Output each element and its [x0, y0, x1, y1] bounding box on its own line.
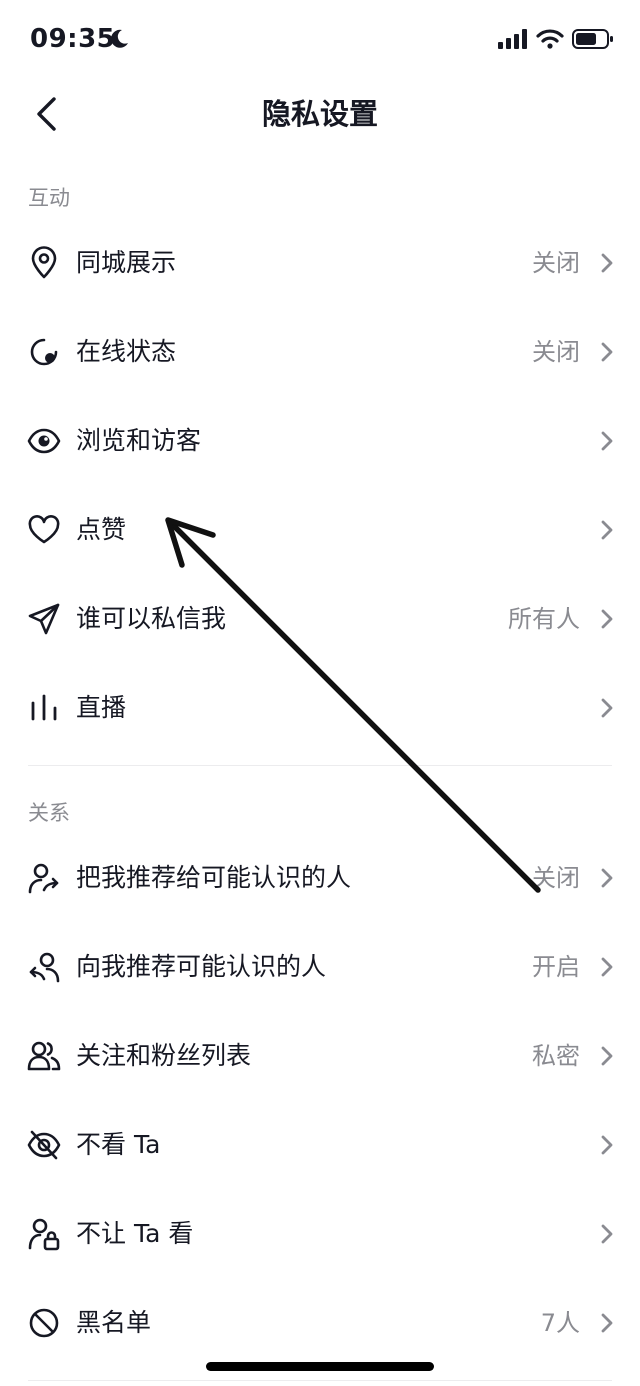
row-label: 同城展示 — [76, 248, 177, 277]
row-label: 不让 Ta 看 — [76, 1219, 194, 1248]
row-value: 关闭 — [532, 338, 580, 366]
nav-bar: 隐私设置 — [0, 80, 640, 150]
row-recommend-to-me[interactable]: 向我推荐可能认识的人 开启 — [0, 923, 640, 1011]
location-pin-icon — [26, 245, 62, 281]
row-label: 谁可以私信我 — [76, 604, 227, 633]
chevron-right-icon — [601, 431, 613, 451]
status-time: 09:35 — [30, 24, 116, 54]
section-divider — [28, 765, 612, 766]
chevron-right-icon — [601, 609, 613, 629]
row-label: 不看 Ta — [76, 1130, 161, 1159]
live-bars-icon — [26, 690, 62, 726]
heart-icon — [26, 512, 62, 548]
wifi-icon — [536, 29, 564, 49]
users-icon — [26, 1038, 62, 1074]
eye-icon — [26, 423, 62, 459]
row-value: 所有人 — [508, 605, 580, 633]
section-title-relations: 关系 — [28, 801, 70, 825]
row-blacklist[interactable]: 黑名单 7人 — [0, 1279, 640, 1367]
chevron-right-icon — [601, 520, 613, 540]
row-label: 黑名单 — [76, 1308, 152, 1337]
chevron-right-icon — [601, 698, 613, 718]
moon-icon — [111, 29, 128, 48]
chevron-right-icon — [601, 1135, 613, 1155]
row-label: 直播 — [76, 693, 127, 722]
row-recommend-me[interactable]: 把我推荐给可能认识的人 关闭 — [0, 834, 640, 922]
battery-icon — [572, 29, 613, 49]
row-who-can-message[interactable]: 谁可以私信我 所有人 — [0, 575, 640, 663]
chevron-right-icon — [601, 868, 613, 888]
bottom-divider — [28, 1380, 612, 1381]
eye-off-icon — [26, 1127, 62, 1163]
chevron-right-icon — [601, 1224, 613, 1244]
block-icon — [26, 1305, 62, 1341]
row-value: 7人 — [540, 1309, 580, 1337]
chevron-right-icon — [601, 1313, 613, 1333]
row-label: 向我推荐可能认识的人 — [76, 952, 327, 981]
chevron-right-icon — [601, 253, 613, 273]
row-label: 把我推荐给可能认识的人 — [76, 863, 352, 892]
row-dont-see-them[interactable]: 不看 Ta — [0, 1101, 640, 1189]
row-live[interactable]: 直播 — [0, 664, 640, 752]
row-label: 在线状态 — [76, 337, 177, 366]
chevron-right-icon — [601, 1046, 613, 1066]
row-follow-fans-list[interactable]: 关注和粉丝列表 私密 — [0, 1012, 640, 1100]
user-lock-icon — [26, 1216, 62, 1252]
paper-plane-icon — [26, 601, 62, 637]
row-likes[interactable]: 点赞 — [0, 486, 640, 574]
chevron-right-icon — [601, 342, 613, 362]
row-label: 浏览和访客 — [76, 426, 202, 455]
page-title: 隐私设置 — [261, 97, 378, 131]
row-value: 开启 — [532, 953, 580, 981]
online-status-icon — [26, 334, 62, 370]
row-label: 点赞 — [76, 515, 127, 544]
row-label: 关注和粉丝列表 — [76, 1041, 252, 1070]
row-views-visitors[interactable]: 浏览和访客 — [0, 397, 640, 485]
user-receive-icon — [26, 949, 62, 985]
row-value: 私密 — [532, 1042, 580, 1070]
home-indicator[interactable] — [206, 1362, 434, 1371]
status-bar: 09:35 — [0, 0, 640, 80]
row-value: 关闭 — [532, 864, 580, 892]
row-value: 关闭 — [532, 249, 580, 277]
row-hide-from-them[interactable]: 不让 Ta 看 — [0, 1190, 640, 1278]
user-share-icon — [26, 860, 62, 896]
row-online-status[interactable]: 在线状态 关闭 — [0, 308, 640, 396]
row-nearby-display[interactable]: 同城展示 关闭 — [0, 219, 640, 307]
cellular-signal-icon — [498, 29, 527, 49]
section-title-interaction: 互动 — [28, 186, 70, 210]
status-icons — [498, 28, 614, 50]
chevron-right-icon — [601, 957, 613, 977]
